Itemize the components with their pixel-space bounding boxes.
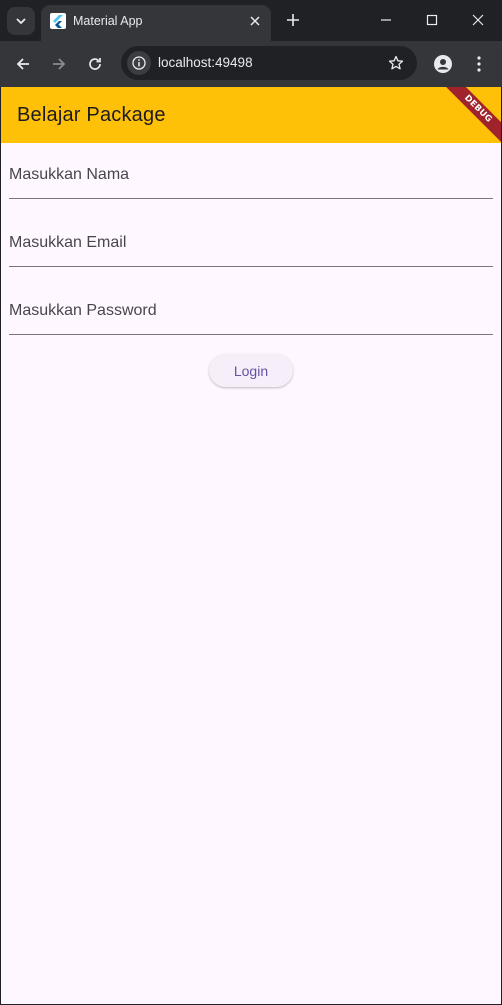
name-input[interactable] bbox=[9, 143, 493, 198]
profile-button[interactable] bbox=[429, 50, 457, 78]
reload-icon bbox=[89, 58, 101, 70]
browser-toolbar: localhost:49498 bbox=[0, 41, 502, 87]
minimize-icon bbox=[381, 19, 391, 21]
app-viewport: Belajar Package DEBUG Login bbox=[1, 87, 501, 1004]
person-icon bbox=[434, 55, 452, 73]
close-icon bbox=[472, 14, 484, 26]
login-button[interactable]: Login bbox=[209, 354, 293, 387]
arrow-right-icon bbox=[53, 58, 66, 70]
password-input[interactable] bbox=[9, 279, 493, 334]
back-button[interactable] bbox=[9, 50, 37, 78]
email-input[interactable] bbox=[9, 211, 493, 266]
window-close-button[interactable] bbox=[455, 0, 501, 40]
kebab-menu-icon bbox=[477, 56, 481, 72]
star-icon bbox=[388, 55, 404, 70]
password-field[interactable] bbox=[9, 279, 493, 335]
tab-search-button[interactable] bbox=[7, 7, 35, 35]
arrow-left-icon bbox=[16, 58, 29, 70]
tab-strip: Material App bbox=[0, 0, 502, 41]
page-title: Belajar Package bbox=[17, 104, 166, 126]
browser-menu-button[interactable] bbox=[465, 50, 493, 78]
maximize-icon bbox=[426, 14, 438, 26]
chevron-down-icon bbox=[16, 18, 26, 25]
address-bar[interactable]: localhost:49498 bbox=[121, 46, 417, 80]
close-icon[interactable] bbox=[247, 13, 263, 29]
site-info-button[interactable] bbox=[127, 51, 151, 75]
info-icon bbox=[132, 56, 146, 70]
app-bar: Belajar Package bbox=[1, 87, 501, 143]
maximize-button[interactable] bbox=[409, 0, 455, 40]
reload-button[interactable] bbox=[81, 50, 109, 78]
plus-icon bbox=[287, 14, 299, 26]
flutter-icon bbox=[50, 13, 66, 29]
forward-button[interactable] bbox=[45, 50, 73, 78]
tab-title: Material App bbox=[73, 14, 143, 28]
bookmark-button[interactable] bbox=[385, 52, 407, 74]
new-tab-button[interactable] bbox=[282, 9, 304, 31]
browser-tab[interactable]: Material App bbox=[41, 5, 271, 41]
name-field[interactable] bbox=[9, 143, 493, 199]
url-text[interactable]: localhost:49498 bbox=[158, 55, 253, 70]
email-field[interactable] bbox=[9, 211, 493, 267]
minimize-button[interactable] bbox=[363, 0, 409, 40]
